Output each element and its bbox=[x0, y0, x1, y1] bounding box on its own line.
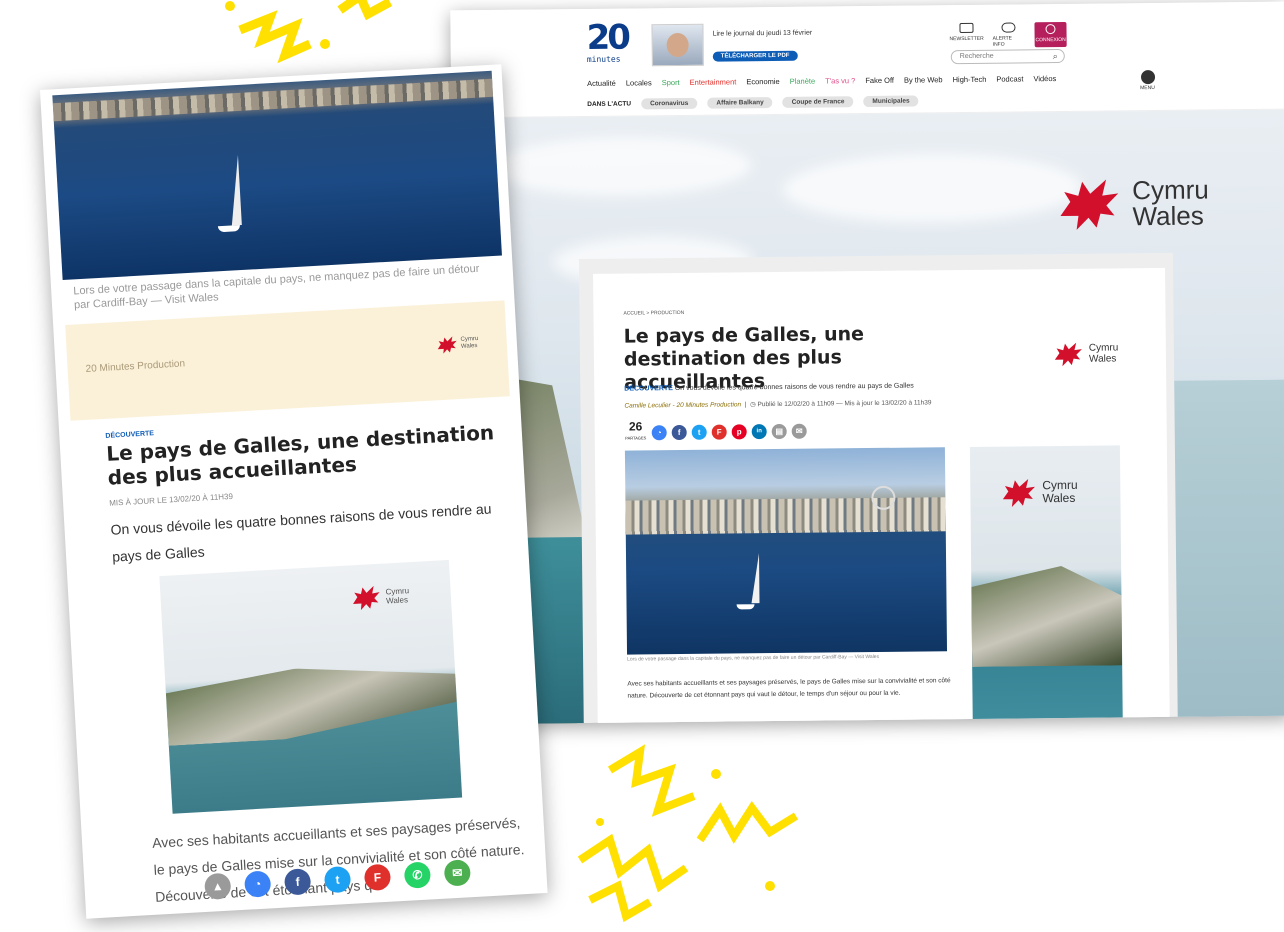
cardiff-bay-photo bbox=[52, 70, 502, 281]
brand-line2: Wales bbox=[1132, 200, 1204, 232]
article-kicker: DÉCOUVERTE bbox=[624, 385, 673, 393]
trending-chip[interactable]: Municipales bbox=[863, 95, 919, 108]
cymru-wales-logo[interactable]: Cymru Wales bbox=[1052, 170, 1209, 236]
nav-item[interactable]: Locales bbox=[626, 78, 652, 87]
sidebar-ad[interactable]: Cymru Wales bbox=[969, 445, 1123, 720]
email-icon[interactable]: ✉ bbox=[791, 423, 807, 439]
article-date: MIS À JOUR LE 13/02/20 À 11H39 bbox=[108, 491, 234, 508]
download-pdf-button[interactable]: TÉLÉCHARGER LE PDF bbox=[712, 50, 798, 62]
nav-item[interactable]: Actualité bbox=[587, 79, 616, 88]
trending-chip[interactable]: Coupe de France bbox=[782, 96, 854, 108]
welsh-dragon-icon bbox=[353, 585, 380, 611]
article-title: Le pays de Galles, une destination des p… bbox=[105, 420, 495, 490]
site-logo[interactable]: 20 minutes bbox=[586, 17, 631, 71]
article-card: ACCUEIL > PRODUCTION Le pays de Galles, … bbox=[593, 267, 1170, 724]
envelope-icon bbox=[959, 22, 974, 34]
welsh-dragon-icon bbox=[437, 336, 457, 354]
user-icon bbox=[1045, 24, 1056, 35]
messenger-icon[interactable]: ◔ bbox=[651, 424, 667, 440]
clock-icon: ◷ bbox=[750, 401, 756, 409]
share-count: 26 PARTAGES bbox=[625, 419, 647, 441]
scroll-top-icon[interactable]: ▲ bbox=[204, 872, 232, 901]
flipboard-icon[interactable]: F bbox=[363, 863, 392, 892]
facebook-icon[interactable]: f bbox=[283, 868, 312, 896]
mobile-screenshot: Lors de votre passage dans la capitale d… bbox=[40, 64, 548, 919]
twitter-icon[interactable]: t bbox=[323, 865, 352, 894]
cliffs-photo: Cymru Wales bbox=[159, 559, 463, 814]
print-icon[interactable]: ▤ bbox=[771, 423, 787, 439]
welsh-dragon-icon bbox=[1054, 342, 1082, 367]
journal-thumbnail[interactable] bbox=[651, 23, 704, 67]
trending-chip[interactable]: Affaire Balkany bbox=[707, 97, 773, 109]
breadcrumb[interactable]: ACCUEIL > PRODUCTION bbox=[623, 310, 684, 317]
sponsor-label: 20 Minutes Production bbox=[85, 358, 186, 375]
cymru-wales-logo: Cymru Wales bbox=[348, 580, 410, 613]
flipboard-icon[interactable]: F bbox=[711, 424, 727, 440]
welsh-dragon-icon bbox=[1002, 479, 1035, 507]
nav-item[interactable]: Podcast bbox=[996, 74, 1023, 83]
composite-screenshot: { "colors": { "brand_blue": "#0d5cb6", "… bbox=[0, 0, 1284, 932]
connexion-button[interactable]: CONNEXION bbox=[1034, 21, 1067, 48]
nav-item[interactable]: By the Web bbox=[904, 75, 943, 84]
pinterest-icon[interactable]: p bbox=[731, 423, 747, 439]
nav-item[interactable]: Sport bbox=[662, 78, 680, 87]
nav-item[interactable]: Fake Off bbox=[865, 76, 894, 85]
brand-line1: Cymru bbox=[1132, 174, 1209, 206]
nav-item[interactable]: Economie bbox=[746, 77, 779, 86]
nav-item[interactable]: Entertainment bbox=[690, 77, 737, 86]
search-input[interactable]: Recherche ⌕ bbox=[950, 48, 1065, 65]
main-nav: Actualité Locales Sport Entertainment Econom… bbox=[587, 74, 1056, 88]
cardiff-bay-photo bbox=[624, 447, 948, 655]
desktop-screenshot: 20 minutes Lire le journal du jeudi 13 f… bbox=[450, 1, 1284, 725]
journal-promo-text: Lire le journal du jeudi 13 février bbox=[712, 29, 813, 38]
messenger-icon[interactable]: ◔ bbox=[243, 870, 272, 898]
trending-bar: DANS L'ACTU Coronavirus Affaire Balkany … bbox=[587, 95, 919, 110]
trending-label: DANS L'ACTU bbox=[587, 100, 632, 108]
article-meta: Camille Leculier - 20 Minutes Production… bbox=[624, 399, 932, 410]
linkedin-icon[interactable]: in bbox=[751, 423, 767, 439]
cymru-wales-logo: Cymru Wales bbox=[434, 332, 479, 356]
nav-item[interactable]: Vidéos bbox=[1033, 74, 1056, 83]
nav-item[interactable]: High-Tech bbox=[953, 75, 987, 84]
search-icon[interactable]: ⌕ bbox=[1053, 51, 1058, 62]
menu-icon[interactable] bbox=[1140, 70, 1156, 85]
newsletter-button[interactable]: NEWSLETTER bbox=[950, 22, 984, 48]
header-tools: NEWSLETTER ALERTE INFO CONNEXION bbox=[950, 21, 1067, 48]
zigzag-decoration-top bbox=[225, 0, 393, 64]
share-bar: 26 PARTAGES ◔ f t F p in ▤ ✉ bbox=[625, 419, 807, 444]
cymru-wales-logo: Cymru Wales bbox=[998, 474, 1078, 511]
sms-icon[interactable]: ✉ bbox=[443, 859, 472, 887]
menu-label: MENU bbox=[1140, 85, 1155, 92]
author-link[interactable]: Camille Leculier - 20 Minutes Production bbox=[624, 401, 741, 409]
article-brand-logo: Cymru Wales bbox=[1051, 338, 1119, 369]
site-header: 20 minutes Lire le journal du jeudi 13 f… bbox=[450, 1, 1284, 119]
toggle-icon bbox=[1001, 22, 1016, 33]
alerte-info-button[interactable]: ALERTE INFO bbox=[992, 22, 1024, 48]
nav-item[interactable]: Planète bbox=[790, 77, 816, 86]
welsh-dragon-icon bbox=[1060, 179, 1119, 230]
sea-image bbox=[1164, 379, 1284, 721]
sponsored-banner[interactable]: 20 Minutes Production Cymru Wales bbox=[65, 300, 510, 421]
article-kicker: DÉCOUVERTE bbox=[105, 430, 155, 440]
trending-chip[interactable]: Coronavirus bbox=[641, 97, 698, 110]
twitter-icon[interactable]: t bbox=[691, 424, 707, 440]
nav-item[interactable]: T'as vu ? bbox=[825, 76, 855, 85]
logo-number: 20 bbox=[586, 17, 629, 58]
whatsapp-icon[interactable]: ✆ bbox=[403, 861, 432, 889]
zigzag-decoration-bottom bbox=[577, 744, 799, 923]
article-body: Avec ses habitants accueillants et ses p… bbox=[627, 677, 951, 700]
photo-caption: Lors de votre passage dans la capitale d… bbox=[627, 653, 880, 663]
facebook-icon[interactable]: f bbox=[671, 424, 687, 440]
